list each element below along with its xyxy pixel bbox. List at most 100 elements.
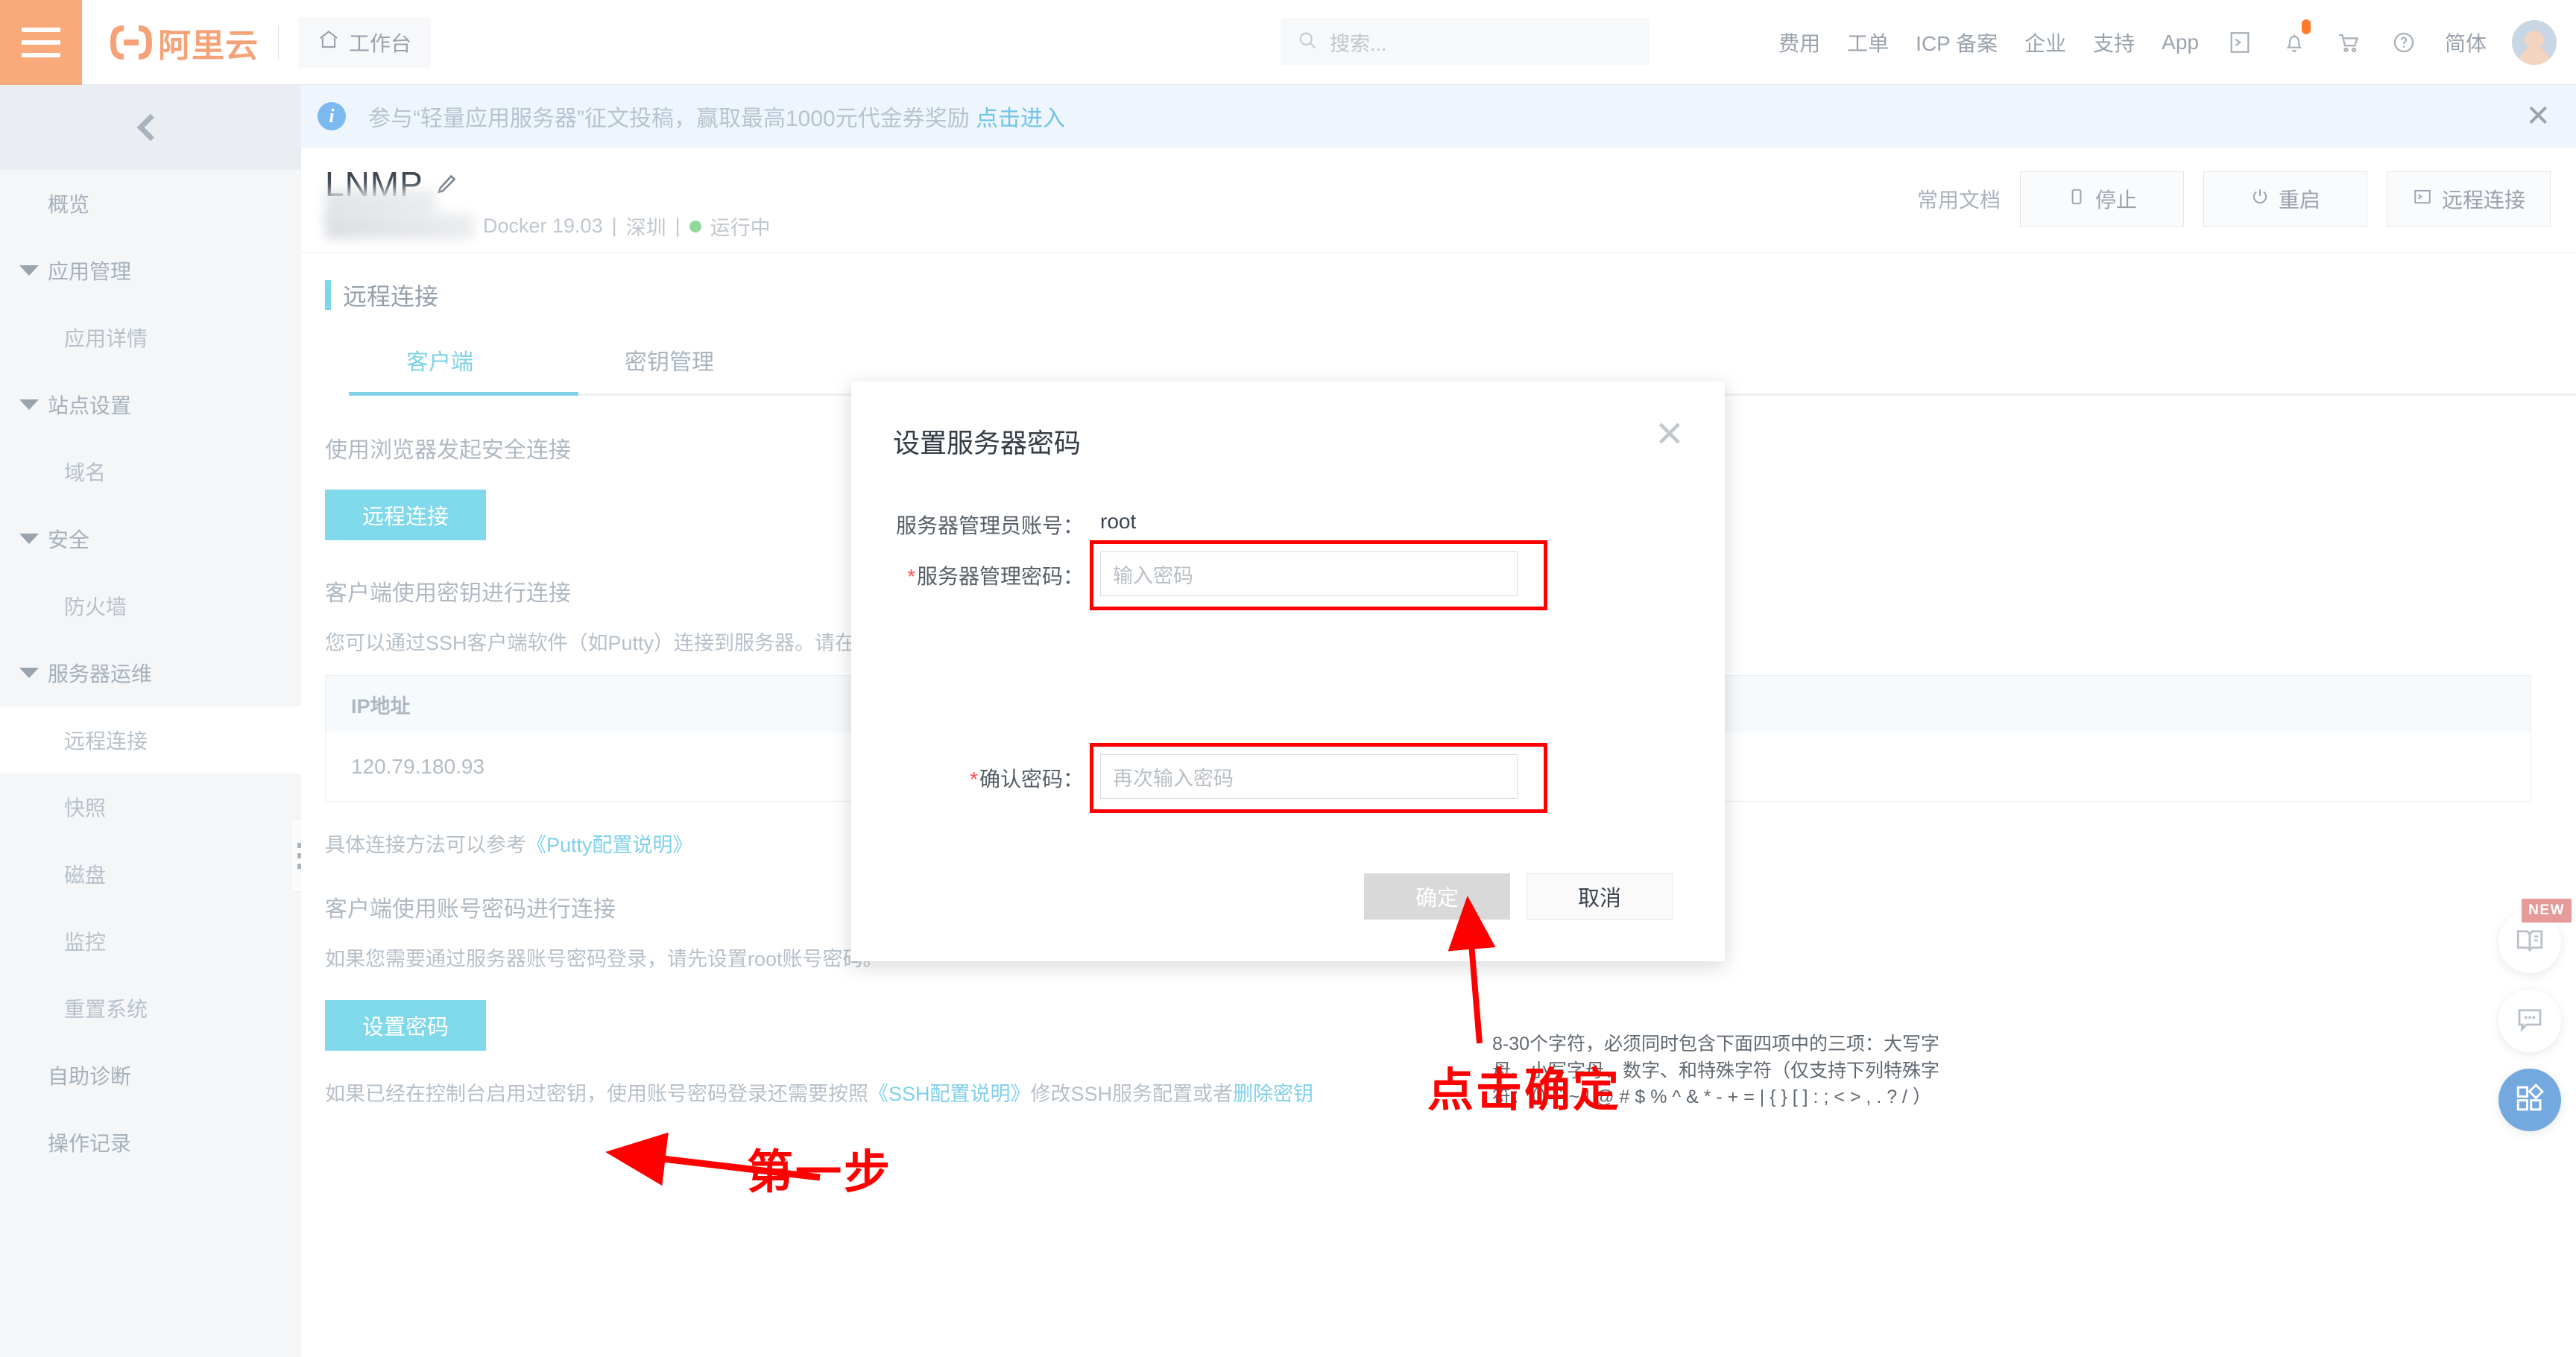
column-header-ip: IP地址 [351,695,411,718]
sidebar-item-6[interactable]: 防火墙 [0,572,301,639]
cart-icon-button[interactable] [2321,0,2376,85]
page-header: LNMP Docker 19.03 | 深圳 | 运行中 常用文档 停止 重启 … [301,148,2576,252]
nav-item-tickets[interactable]: 工单 [1834,0,1902,85]
nav-item-app[interactable]: App [2148,0,2212,85]
page-sub-region: 深圳 [625,217,666,239]
sidebar-item-2[interactable]: 应用详情 [0,304,301,371]
sidebar-item-5[interactable]: 安全 [0,505,301,572]
section-title: 远程连接 [343,283,439,310]
sidebar-item-11[interactable]: 监控 [0,908,301,975]
info-icon: i [318,102,346,130]
common-docs-link[interactable]: 常用文档 [1917,184,2001,214]
avatar[interactable] [2512,20,2557,65]
tab-key-management[interactable]: 密钥管理 [555,344,784,396]
page-header-actions: 常用文档 停止 重启 远程连接 [1917,171,2551,227]
notification-badge-dot [2301,19,2311,34]
chat-icon [2514,1004,2545,1039]
brand-logo-text: 阿里云 [158,27,259,64]
search-placeholder: 搜索... [1330,32,1387,55]
confirm-password-highlight-ring [1090,743,1547,813]
sidebar-item-14[interactable]: 操作记录 [0,1109,301,1176]
promo-banner-message: 参与“轻量应用服务器”征文投稿，赢取最高1000元代金券奖励 [368,107,970,131]
stop-button-label: 停止 [2094,189,2137,212]
annotation-click-confirm: 点击确定 [1427,1065,1622,1116]
cancel-button[interactable]: 取消 [1527,873,1673,920]
nav-item-icp[interactable]: ICP 备案 [1902,0,2011,85]
confirm-button-label: 确定 [1415,887,1459,911]
menu-toggle-button[interactable] [0,0,82,85]
restart-button[interactable]: 重启 [2203,171,2367,227]
header-nav: 费用 工单 ICP 备案 企业 支持 App 简体 [1765,0,2557,85]
nav-item-support[interactable]: 支持 [2080,0,2148,85]
apps-float-button[interactable] [2498,1069,2561,1131]
sidebar-item-0[interactable]: 概览 [0,170,301,237]
password-row: *服务器管理密码： 输入密码 [868,540,1547,610]
stop-button[interactable]: 停止 [2020,171,2184,227]
sidebar-item-3[interactable]: 站点设置 [0,371,301,438]
edit-pencil-icon[interactable] [434,171,459,197]
sidebar-item-4[interactable]: 域名 [0,438,301,505]
help-icon-button[interactable] [2376,0,2431,85]
remote-connect-header-label: 远程连接 [2441,189,2525,212]
confirm-button[interactable]: 确定 [1364,873,1510,920]
section-accent-bar [325,280,331,310]
workbench-button[interactable]: 工作台 [298,16,432,68]
sidebar-item-8[interactable]: 远程连接 [0,706,301,774]
top-header: 阿里云 工作台 搜索... 费用 工单 ICP 备案 企业 支持 App 简体 [0,0,2576,85]
nav-item-fees[interactable]: 费用 [1765,0,1834,85]
sidebar-collapse-button[interactable] [0,85,301,170]
promo-banner-link[interactable]: 点击进入 [976,107,1065,131]
nav-item-enterprise[interactable]: 企业 [2011,0,2080,85]
console-icon-button[interactable] [2212,0,2267,85]
search-input[interactable]: 搜索... [1281,18,1650,66]
sidebar-item-7[interactable]: 服务器运维 [0,639,301,706]
dialog-title: 设置服务器密码 [893,428,1082,458]
sidebar-item-13[interactable]: 自助诊断 [0,1042,301,1109]
notifications-icon-button[interactable] [2267,0,2321,85]
brand-logo[interactable]: 阿里云 [82,19,259,66]
page-sub-sep: | [611,215,617,237]
confirm-password-label-text: 确认密码： [979,768,1084,791]
required-mark: * [970,768,978,791]
cell-ip-address: 120.79.180.93 [351,755,485,778]
footer-note-mid: 修改SSH服务配置或者 [1030,1083,1234,1105]
header-divider [301,252,2576,253]
workbench-label: 工作台 [349,31,412,55]
delete-key-link[interactable]: 删除密钥 [1233,1083,1313,1105]
dialog-footer: 确定 取消 [1364,873,1673,920]
caret-down-icon [19,399,39,410]
annotation-step-one: 第一步 [747,1147,893,1198]
header-divider [278,25,279,60]
sidebar-item-12[interactable]: 重置系统 [0,975,301,1042]
language-switch[interactable]: 简体 [2431,0,2500,85]
remote-connect-button-label: 远程连接 [362,505,449,529]
password-field-wrap: 输入密码 [1090,540,1547,610]
sidebar-item-label: 域名 [64,461,107,484]
account-label: 服务器管理员账号： [895,514,1084,537]
required-mark: * [907,565,915,588]
putty-config-link[interactable]: 《Putty配置说明》 [526,834,693,856]
floating-action-column: NEW [2498,899,2572,1131]
ssh-config-link[interactable]: 《SSH配置说明》 [868,1083,1031,1105]
hamburger-line [22,39,60,45]
remote-connect-header-button[interactable]: 远程连接 [2387,171,2551,227]
tab-client[interactable]: 客户端 [325,344,555,396]
chat-float-button[interactable] [2498,990,2561,1052]
sidebar-item-10[interactable]: 磁盘 [0,841,301,908]
sidebar-item-9[interactable]: 快照 [0,774,301,841]
sidebar-item-label: 远程连接 [64,730,148,753]
caret-down-icon [19,265,39,276]
left-sidebar: 概览 应用管理 应用详情 站点设置域名安全 防火墙 服务器运维远程连接快照 磁盘 监控重置系统… [0,85,301,1357]
caret-down-icon [19,534,39,544]
set-password-button[interactable]: 设置密码 [325,1000,486,1051]
close-icon[interactable]: ✕ [1655,417,1685,453]
docs-float-button[interactable]: NEW [2498,899,2572,973]
sidebar-item-1[interactable]: 应用管理 [0,237,301,304]
search-icon [1297,30,1318,54]
sidebar-item-label: 重置系统 [64,998,148,1021]
restart-button-label: 重启 [2278,189,2320,212]
close-icon[interactable]: ✕ [2525,101,2551,131]
footer-note-prefix: 如果已经在控制台启用过密钥，使用账号密码登录还需要按照 [325,1083,868,1105]
putty-reference-prefix: 具体连接方法可以参考 [325,834,526,856]
remote-connect-button[interactable]: 远程连接 [325,490,486,540]
